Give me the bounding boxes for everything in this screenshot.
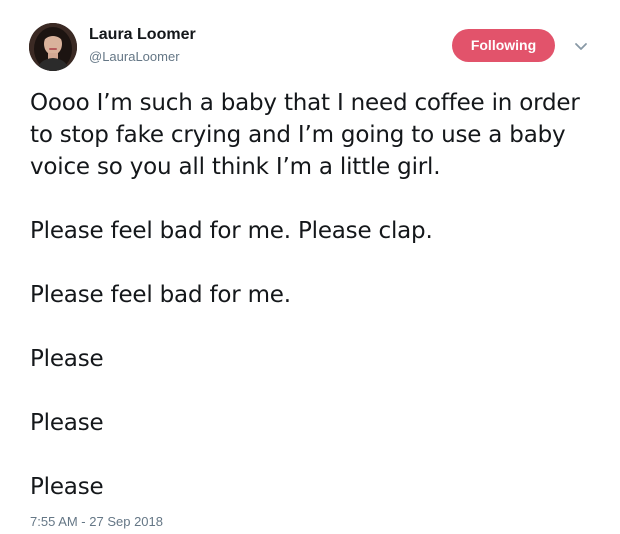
avatar-photo-icon <box>29 23 77 71</box>
tweet-text: Oooo I’m such a baby that I need coffee … <box>30 87 605 503</box>
author-avatar[interactable] <box>29 23 77 71</box>
tweet-paragraph: Please <box>30 474 104 500</box>
following-button[interactable]: Following <box>452 29 555 62</box>
tweet-paragraph: Please <box>30 410 104 436</box>
author-display-name[interactable]: Laura Loomer <box>89 25 196 45</box>
tweet-timestamp[interactable]: 7:55 AM - 27 Sep 2018 <box>30 514 163 530</box>
chevron-down-icon <box>575 43 587 50</box>
tweet-paragraph: Please feel bad for me. Please clap. <box>30 218 433 244</box>
tweet-paragraph: Oooo I’m such a baby that I need coffee … <box>30 90 580 180</box>
tweet-paragraph: Please feel bad for me. <box>30 282 291 308</box>
tweet-options-menu[interactable] <box>570 38 592 56</box>
author-handle[interactable]: @LauraLoomer <box>89 49 180 65</box>
tweet-paragraph: Please <box>30 346 104 372</box>
tweet-card: Laura Loomer @LauraLoomer Following Oooo… <box>0 0 620 534</box>
